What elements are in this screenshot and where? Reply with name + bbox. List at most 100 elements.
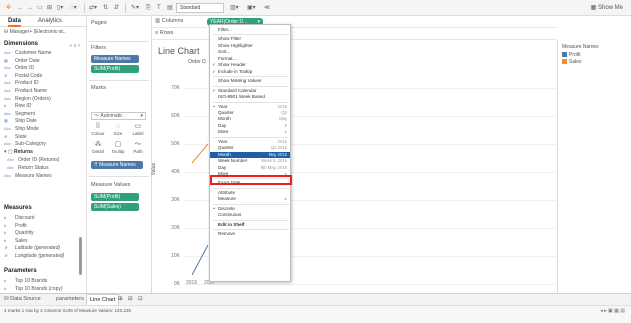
legend-item-sales[interactable]: Sales [562, 59, 582, 65]
menu-separator [213, 219, 289, 221]
menu-item-edit-in-shelf[interactable]: Edit in Shelf [210, 222, 290, 228]
menu-item-label: Include in Tooltip [218, 68, 253, 74]
field-longitude-generated[interactable]: ⊕ Longitude (generated) [4, 252, 64, 260]
dimensions-header: Dimensions [4, 41, 39, 47]
save-icon[interactable]: ▭ [37, 4, 43, 12]
filter-pill-measure-names[interactable]: Measure Names [91, 55, 139, 63]
menu-item-attribute[interactable]: Attribute [210, 190, 290, 196]
menu-item-year[interactable]: • Year 2015 [210, 104, 290, 110]
field-label: Discount [15, 215, 35, 221]
mark-type-select[interactable]: 〜 Automatic ▾ [91, 112, 146, 120]
menu-item-filter[interactable]: Filter... [210, 27, 290, 33]
menu-item-more[interactable]: More ▸ [210, 129, 290, 135]
field-label: Product ID [15, 80, 39, 87]
tab-analytics[interactable]: Analytics [38, 18, 62, 24]
menu-item-quarter[interactable]: Quarter Q2 2015 [210, 145, 290, 151]
fit-icon[interactable]: ▤ [167, 4, 173, 12]
sort-asc-icon[interactable]: ⇅ [103, 4, 108, 12]
card-divider [89, 41, 149, 42]
field-type-icon: # [4, 215, 7, 220]
menu-item-day[interactable]: Day 8th May, 2015 [210, 165, 290, 171]
new-sheet-icon[interactable]: ▯▾ [57, 4, 63, 12]
new-sheet-icon[interactable]: ⊞ [118, 296, 123, 302]
menu-item-quarter[interactable]: Quarter Q2 [210, 110, 290, 116]
menu-item-standard-calendar[interactable]: ✓ Standard Calendar [210, 88, 290, 94]
menu-item-month[interactable]: Month May [210, 116, 290, 122]
menu-item-show-filter[interactable]: Show Filter [210, 36, 290, 42]
field-type-icon: ⊕ [4, 253, 8, 258]
pause-icon[interactable]: ◌▾ [70, 4, 77, 12]
scrollbar[interactable] [79, 237, 82, 275]
menu-item-show-header[interactable]: ✓ Show Header [210, 62, 290, 68]
show-me-label: Show Me [597, 5, 623, 11]
tableau-logo-icon[interactable]: ✲ [6, 4, 11, 12]
field-type-icon: Abc [7, 157, 14, 163]
menu-item-year[interactable]: Year 2015 [210, 139, 290, 145]
menu-item-remove[interactable]: Remove [210, 231, 290, 237]
new-dashboard-icon[interactable]: ⊟ [128, 296, 133, 302]
marks-pill-label: Measure Names [99, 162, 136, 168]
redo-icon[interactable]: → [27, 4, 33, 12]
marks-detail-button[interactable]: ⁂ Detail [89, 141, 107, 157]
menu-item-label: Attribute [218, 189, 236, 195]
menu-item-show-missing-values[interactable]: Show Missing Values [210, 78, 290, 84]
dimensions-tools-icon[interactable]: ⌕ ≡ ▾ [69, 43, 80, 49]
menu-item-discrete[interactable]: • Discrete [210, 206, 290, 212]
undo-icon[interactable]: ← [17, 4, 23, 12]
marks-path-button[interactable]: 〜 Path [129, 141, 147, 157]
mv-pill-sales[interactable]: SUM(Sales) [91, 203, 139, 211]
menu-item-month[interactable]: Month May 2015 [210, 151, 290, 158]
filter-pill-profit[interactable]: SUM(Profit) [91, 65, 139, 73]
field-sub-category[interactable]: Abc Sub-Category [4, 140, 46, 148]
menu-item-day[interactable]: Day 8 [210, 123, 290, 129]
field-label: Return Status [18, 164, 49, 171]
show-me-button[interactable]: ▦ Show Me [591, 4, 623, 11]
menu-item-measure[interactable]: Measure ▸ [210, 196, 290, 202]
data-source-tab[interactable]: ⛁ Data Source [4, 296, 41, 302]
marks-button-label: Label [132, 131, 144, 136]
new-story-icon[interactable]: ⊡ [138, 296, 143, 302]
group-icon[interactable]: ⎘ [146, 4, 151, 12]
returns-group[interactable]: ▾ ▢ Returns [4, 149, 33, 156]
menu-item-week-number[interactable]: Week Number Week 5, 2015 [210, 158, 290, 164]
sheet-tabs-bar: ⛁ Data Source parameters Line Chart ⊞ ⊟ … [0, 293, 631, 306]
share-icon[interactable]: ≪ [264, 4, 270, 12]
mv-pill-profit[interactable]: SUM(Profit) [91, 193, 139, 201]
menu-item-include-in-tooltip[interactable]: ✓ Include in Tooltip [210, 69, 290, 75]
menu-item-iso-8601-week-based[interactable]: ISO-8601 Week Based [210, 94, 290, 100]
field-type-icon: ⊕ [4, 245, 8, 251]
sales-line [191, 143, 209, 164]
marks-label-button[interactable]: ▭ Label [129, 123, 147, 139]
swap-icon[interactable]: ⇄▾ [89, 4, 97, 12]
present-icon[interactable]: ▣▾ [247, 4, 256, 12]
marks-colour-button[interactable]: ⠿ Colour [89, 123, 107, 139]
menu-item-continuous[interactable]: Continuous [210, 212, 290, 218]
menu-item-label: Edit in Shelf [218, 221, 245, 227]
field-type-icon: Abc [4, 95, 11, 101]
field-label: Product Name [15, 88, 47, 94]
chart-icon[interactable]: ▥▾ [230, 4, 239, 12]
legend-item-profit[interactable]: Profit [562, 52, 581, 58]
menu-item-label: Quarter [218, 145, 234, 151]
menu-item-sort[interactable]: Sort... [210, 49, 290, 55]
sheet-tab-parameters[interactable]: parameters [56, 296, 84, 302]
marks-size-button[interactable]: ◌ Size [109, 123, 127, 139]
highlight-icon[interactable]: ✎▾ [131, 4, 139, 12]
tab-data[interactable]: Data [8, 18, 22, 27]
field-top-10-brands-copy[interactable]: # Top 10 Brands (copy) [4, 285, 63, 293]
datasource-name[interactable]: ⛁ Manager+ (Electronic-st.. [4, 29, 66, 35]
sort-desc-icon[interactable]: ⇵ [114, 4, 119, 12]
menu-item-format[interactable]: Format... [210, 56, 290, 62]
field-measure-names[interactable]: Abc Measure Names [4, 172, 52, 180]
card-divider [89, 80, 149, 81]
marks-pill-measure-names[interactable]: ⠿ Measure Names [91, 161, 143, 169]
menu-item-example: May 2015 [268, 151, 287, 157]
field-label: Quantity [15, 230, 34, 237]
view-nav-icons[interactable]: ◂ ▸ ▣ ▦ ▤ [600, 308, 625, 314]
fit-select[interactable]: Standard [176, 3, 224, 13]
menu-item-show-highlighter[interactable]: Show Highlighter [210, 43, 290, 49]
label-icon[interactable]: T [157, 4, 161, 12]
marks-tooltip-button[interactable]: ▢ Tooltip [109, 141, 127, 157]
new-datasource-icon[interactable]: ⊞ [47, 4, 52, 12]
menu-item-label: Month [218, 116, 231, 122]
